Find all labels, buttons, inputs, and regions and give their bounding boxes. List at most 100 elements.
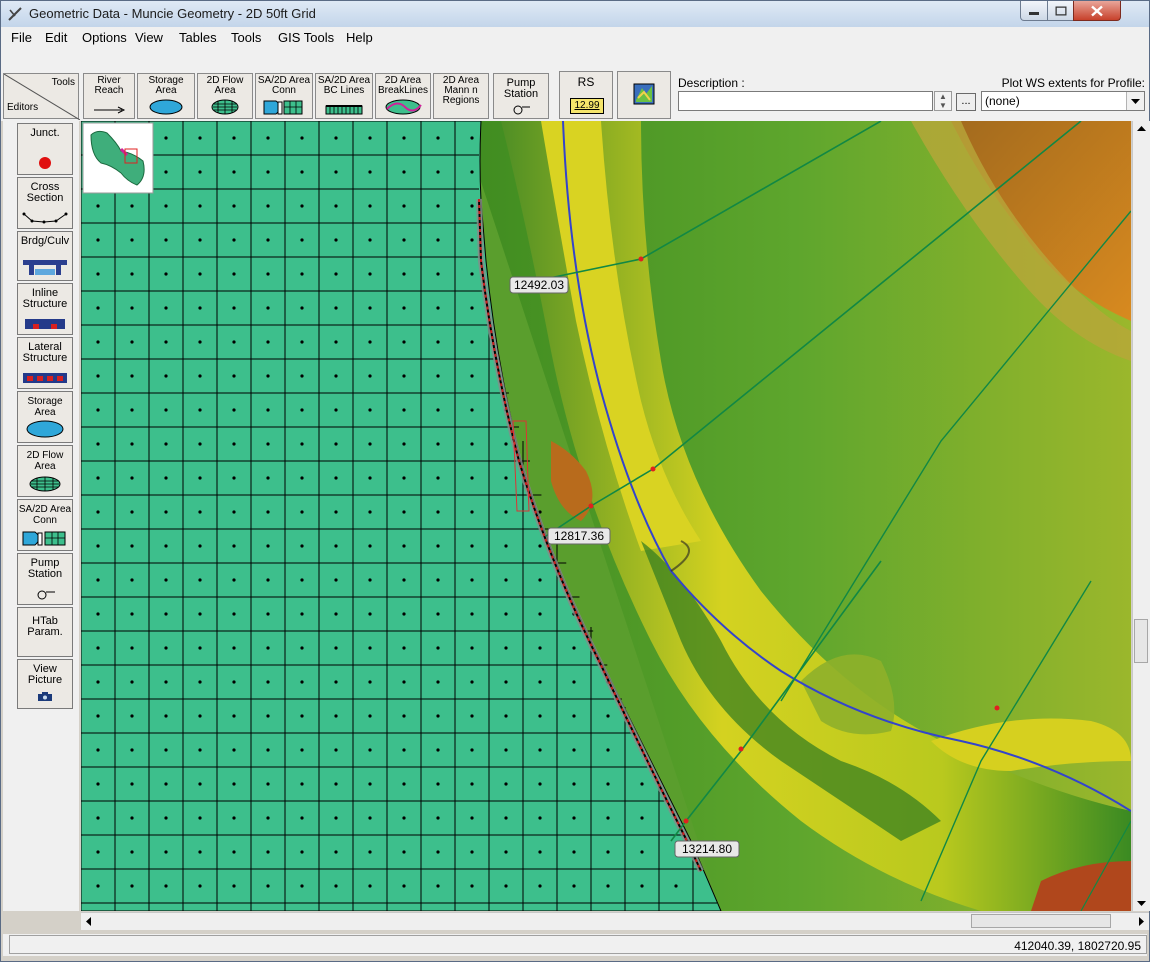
mesh-cell-center	[436, 272, 440, 276]
profile-dropdown-arrow[interactable]	[1126, 92, 1144, 110]
junction-editor-button[interactable]: Junct.	[17, 123, 73, 175]
scroll-up-arrow-icon[interactable]	[1133, 121, 1150, 137]
horizontal-scrollbar[interactable]	[81, 912, 1149, 930]
mesh-cell-center	[470, 646, 474, 650]
mesh-cell-center	[164, 782, 168, 786]
mesh-cell-center	[470, 612, 474, 616]
mesh-cell-center	[368, 374, 372, 378]
overview-inset-map[interactable]	[82, 122, 154, 194]
pump-station-editor-button[interactable]: Pump Station	[17, 553, 73, 605]
status-pane	[9, 935, 1147, 954]
mesh-cell-center	[436, 544, 440, 548]
minimize-button[interactable]	[1020, 1, 1048, 21]
terrain-map-svg[interactable]: 12492.03 12817.36 13214.80	[81, 121, 1131, 911]
storage-area-editor-button[interactable]: Storage Area	[17, 391, 73, 443]
menu-options[interactable]: Options	[82, 30, 127, 45]
mesh-cell-center	[198, 510, 202, 514]
profile-select[interactable]: (none)	[981, 91, 1145, 111]
2d-breaklines-tool[interactable]: 2D Area BreakLines	[375, 73, 431, 119]
mesh-cell-center	[470, 374, 474, 378]
mesh-cell-center	[504, 544, 508, 548]
mesh-cell-center	[266, 170, 270, 174]
mesh-cell-center	[436, 884, 440, 888]
mesh-cell-center	[674, 884, 678, 888]
mesh-cell-center	[300, 510, 304, 514]
mesh-cell-center	[334, 442, 338, 446]
sa-2d-bc-lines-tool[interactable]: SA/2D Area BC Lines	[315, 73, 373, 119]
horizontal-scroll-thumb[interactable]	[971, 914, 1111, 928]
mesh-cell-center	[538, 544, 542, 548]
view-picture-editor-button[interactable]: View Picture	[17, 659, 73, 709]
mesh-cell-center	[198, 136, 202, 140]
description-ellipsis-button[interactable]: ...	[956, 93, 976, 111]
inline-structure-editor-button[interactable]: Inline Structure	[17, 283, 73, 335]
mesh-cell-center	[130, 340, 134, 344]
mesh-cell-center	[300, 306, 304, 310]
mesh-cell-center	[470, 714, 474, 718]
geometry-map[interactable]: 12492.03 12817.36 13214.80	[81, 121, 1131, 911]
mesh-cell-center	[504, 782, 508, 786]
close-button[interactable]	[1073, 1, 1121, 21]
toolbar: Tools Editors River Reach Storage Area 2…	[1, 49, 1149, 121]
scroll-left-arrow-icon[interactable]	[81, 913, 97, 930]
river-reach-tool[interactable]: River Reach	[83, 73, 135, 119]
mesh-cell-center	[266, 748, 270, 752]
maximize-button[interactable]	[1047, 1, 1074, 21]
vertical-scrollbar[interactable]	[1132, 121, 1150, 911]
gis-map-button[interactable]	[617, 71, 671, 119]
description-spinner[interactable]: ▲ ▼	[934, 91, 952, 111]
mesh-cell-center	[164, 544, 168, 548]
mesh-cell-center	[436, 374, 440, 378]
bridge-icon	[23, 260, 67, 275]
htab-param-editor-button[interactable]: HTab Param.	[17, 607, 73, 657]
mesh-cell-center	[164, 238, 168, 242]
2d-flow-area-editor-button[interactable]: 2D Flow Area	[17, 445, 73, 497]
mesh-cell-center	[436, 408, 440, 412]
menu-edit[interactable]: Edit	[45, 30, 67, 45]
menu-tables[interactable]: Tables	[179, 30, 217, 45]
sa-2d-conn-tool[interactable]: SA/2D Area Conn	[255, 73, 313, 119]
mesh-cell-center	[470, 442, 474, 446]
mesh-cell-center	[436, 850, 440, 854]
mesh-cell-center	[334, 646, 338, 650]
pump-station-tool[interactable]: Pump Station	[493, 73, 549, 119]
sa-2d-conn-editor-button[interactable]: SA/2D Area Conn	[17, 499, 73, 551]
xs-label-13214[interactable]: 13214.80	[674, 840, 740, 858]
bridge-culvert-editor-button[interactable]: Brdg/Culv	[17, 231, 73, 281]
mesh-cell-center	[334, 578, 338, 582]
scroll-down-arrow-icon[interactable]	[1133, 895, 1150, 911]
menu-file[interactable]: File	[11, 30, 32, 45]
mesh-cell-center	[164, 510, 168, 514]
editors-panel: Junct. Cross Section Brdg/Culv Inline St…	[3, 121, 79, 911]
menu-help[interactable]: Help	[346, 30, 373, 45]
mesh-cell-center	[504, 510, 508, 514]
2d-mann-n-regions-tool[interactable]: 2D Area Mann n Regions	[433, 73, 489, 119]
mesh-cell-center	[266, 680, 270, 684]
xs-label-12817[interactable]: 12817.36	[547, 527, 611, 545]
mesh-cell-center	[436, 714, 440, 718]
description-input[interactable]	[678, 91, 933, 111]
title-bar[interactable]: Geometric Data - Muncie Geometry - 2D 50…	[1, 1, 1149, 28]
xs-label-12492[interactable]: 12492.03	[509, 276, 569, 294]
menu-gis-tools[interactable]: GIS Tools	[278, 30, 334, 45]
scroll-right-arrow-icon[interactable]	[1133, 913, 1149, 930]
mesh-cell-center	[300, 612, 304, 616]
mesh-cell-center	[232, 408, 236, 412]
cross-section-editor-button[interactable]: Cross Section	[17, 177, 73, 229]
mesh-cell-center	[334, 612, 338, 616]
rs-label-tool[interactable]: RS 12.99	[559, 71, 613, 119]
mesh-cell-center	[232, 680, 236, 684]
mesh-cell-center	[334, 272, 338, 276]
menu-view[interactable]: View	[135, 30, 163, 45]
vertical-scroll-thumb[interactable]	[1134, 619, 1148, 663]
menu-tools[interactable]: Tools	[231, 30, 261, 45]
mesh-cell-center	[164, 850, 168, 854]
mesh-cell-center	[606, 850, 610, 854]
lateral-structure-editor-button[interactable]: Lateral Structure	[17, 337, 73, 389]
2d-flow-area-tool[interactable]: 2D Flow Area	[197, 73, 253, 119]
mesh-cell-center	[198, 204, 202, 208]
storage-area-tool[interactable]: Storage Area	[137, 73, 195, 119]
mesh-cell-center	[164, 374, 168, 378]
mesh-cell-center	[504, 714, 508, 718]
mesh-cell-center	[368, 680, 372, 684]
